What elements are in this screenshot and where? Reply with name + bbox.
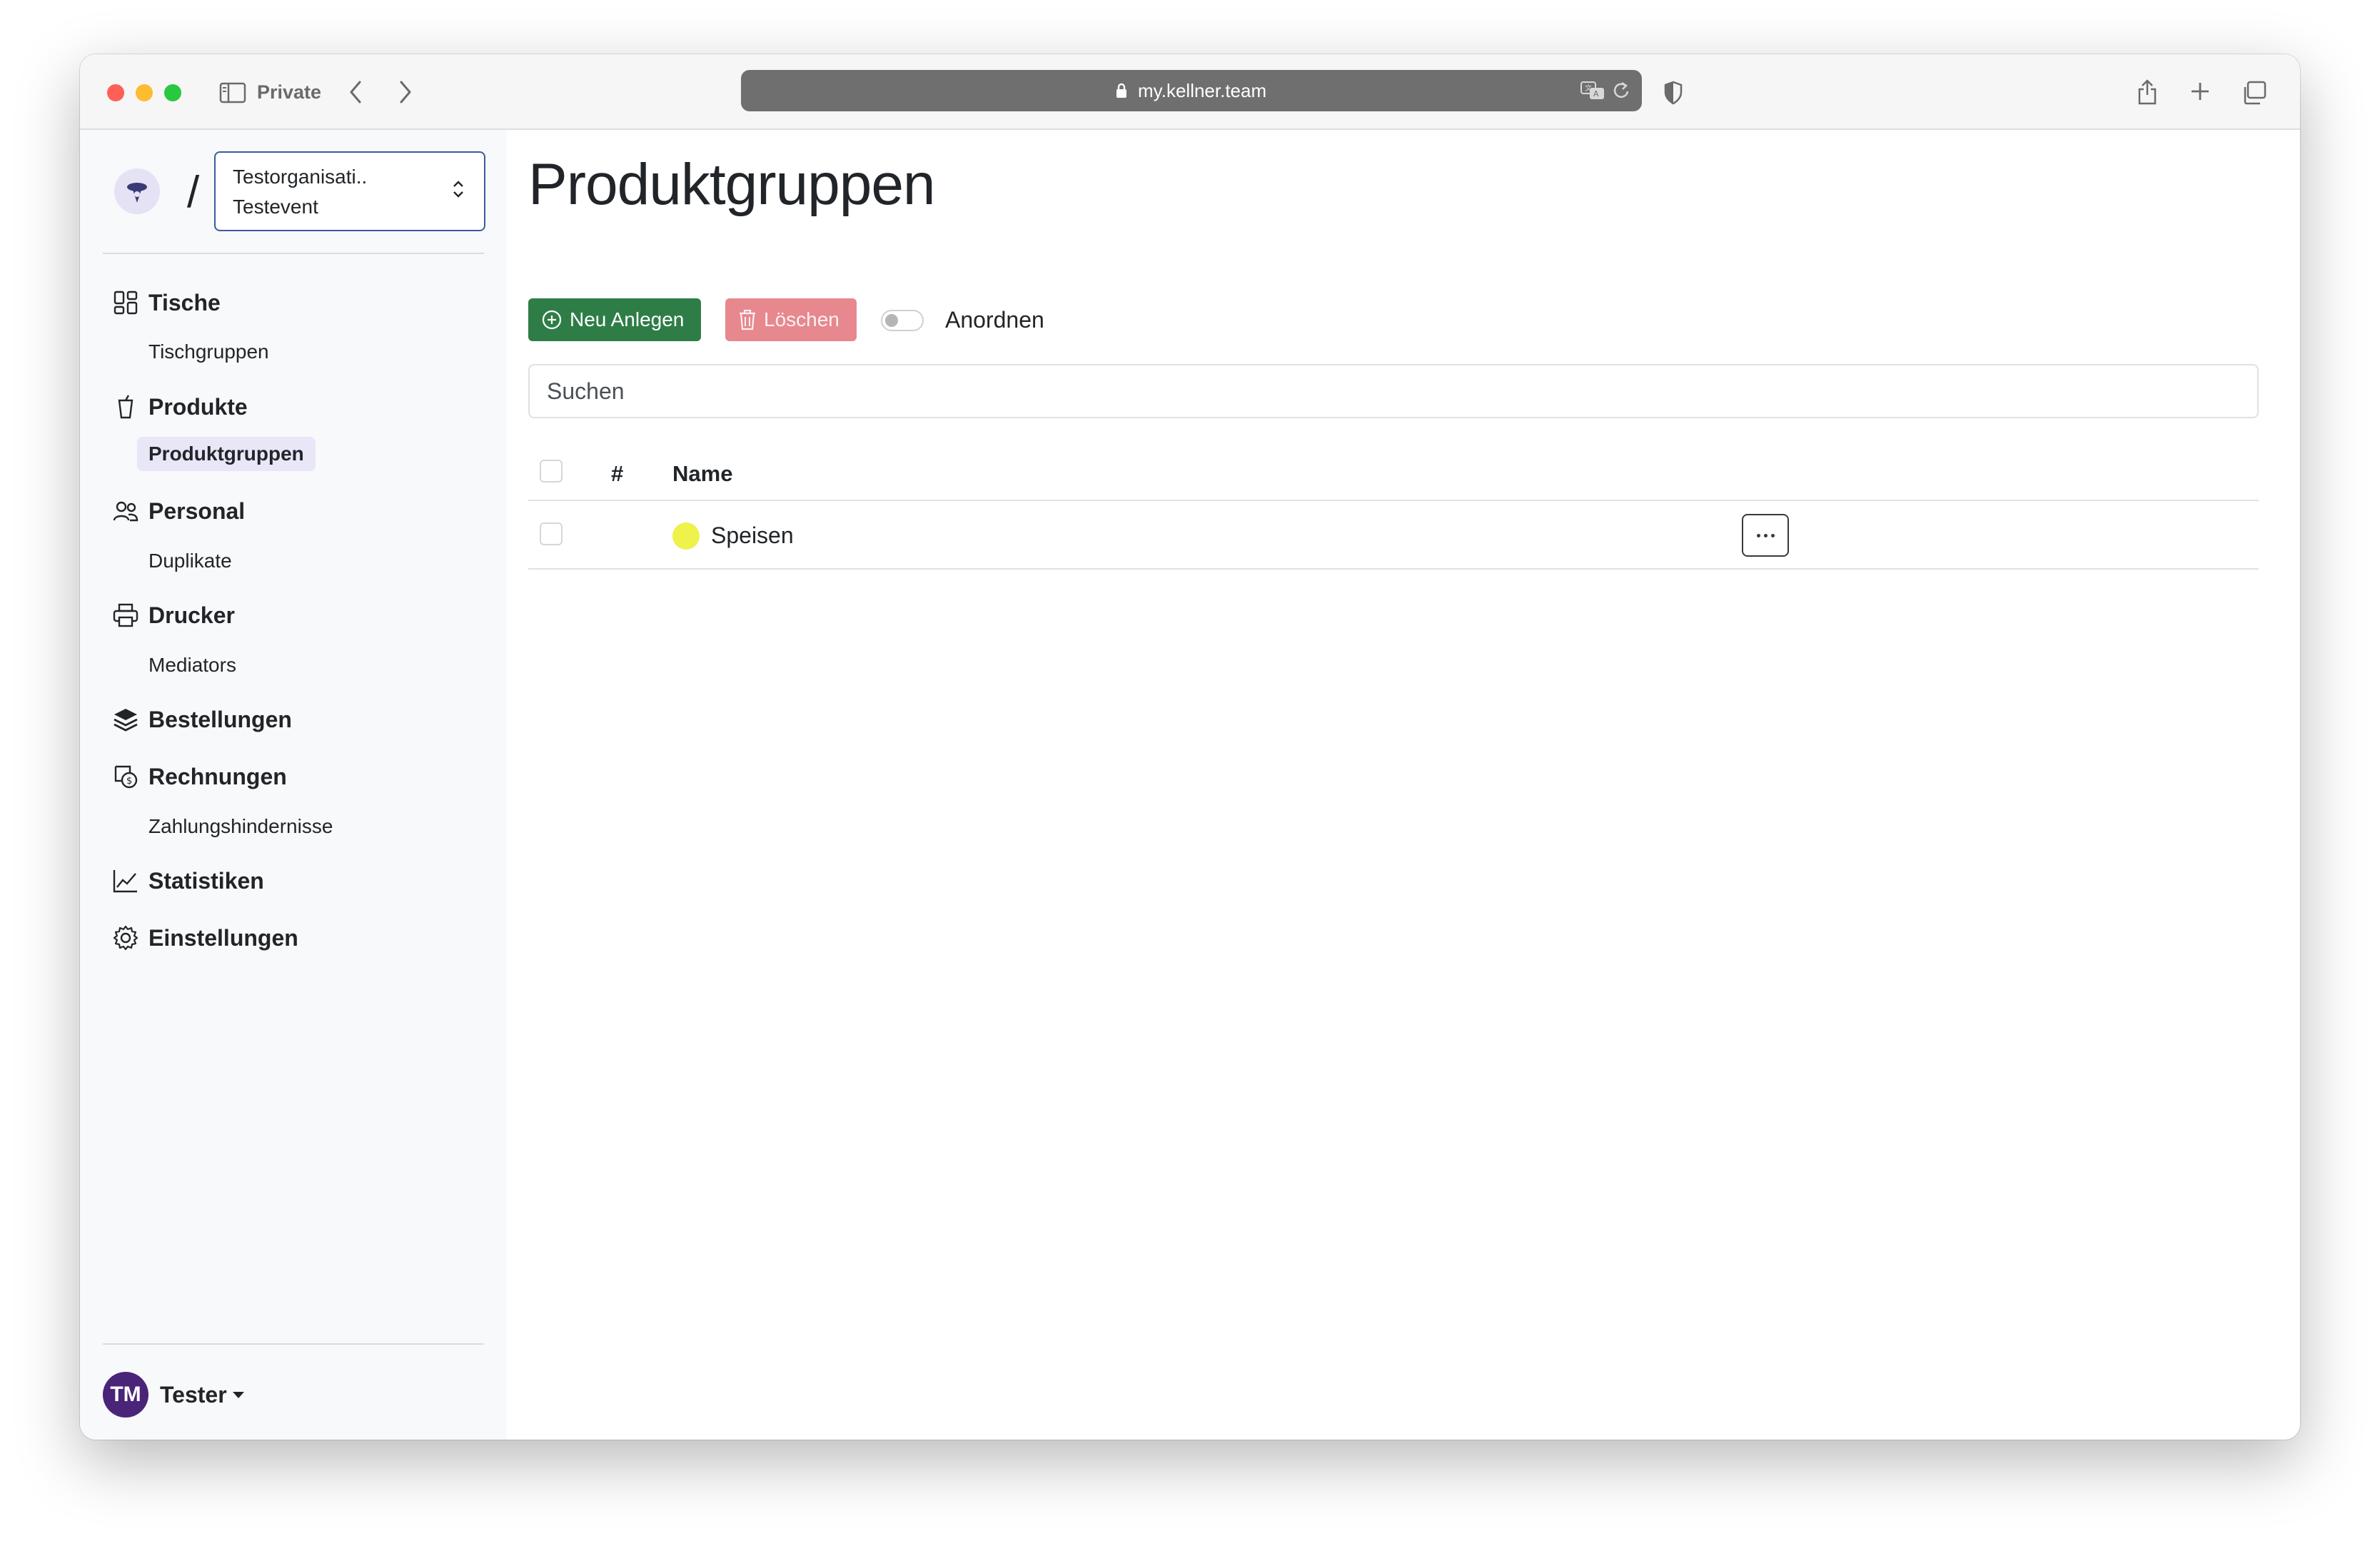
organization-event-select[interactable]: Testorganisati.. Testevent [214,151,485,231]
sidebar-item-label: Bestellungen [148,706,292,732]
layers-icon [111,705,140,734]
user-menu[interactable]: TM Tester [103,1372,244,1418]
private-label: Private [257,81,322,103]
sidebar-subitem-duplikate[interactable]: Duplikate [148,550,232,572]
table-row[interactable]: Speisen [528,501,2259,570]
sidebar-item-label: Tische [148,289,221,315]
column-header-number: # [611,461,624,486]
printer-icon [111,601,140,630]
delete-button[interactable]: Löschen [725,298,857,341]
receipt-icon: $ [111,762,140,791]
breadcrumb-separator: / [187,168,200,217]
sidebar-item-label: Produkte [148,393,248,420]
lock-icon [1115,83,1128,102]
event-name: Testevent [233,196,318,218]
browser-window: Private my.kellner.team 文A / Testorganis… [80,54,2300,1440]
translate-icon[interactable]: 文A [1580,80,1605,105]
page-title: Produktgruppen [528,152,936,217]
tab-overview-icon[interactable] [2239,77,2270,108]
sidebar-item-personal[interactable]: Personal [111,497,245,525]
avatar: TM [103,1372,148,1418]
zoom-window-button[interactable] [164,84,181,101]
sidebar-item-label: Personal [148,497,246,524]
new-button-label: Neu Anlegen [570,308,685,330]
sidebar-item-statistiken[interactable]: Statistiken [111,867,264,895]
share-icon[interactable] [2133,74,2162,108]
minimize-window-button[interactable] [136,84,153,101]
product-groups-table: # Name Speisen [528,444,2259,570]
sidebar-item-einstellungen[interactable]: Einstellungen [111,924,298,952]
new-button[interactable]: Neu Anlegen [528,298,701,341]
reload-icon[interactable] [1612,80,1632,105]
trash-icon [738,309,757,330]
svg-text:文: 文 [1585,84,1592,93]
column-header-name: Name [672,461,733,486]
address-bar[interactable]: my.kellner.team 文A [741,70,1642,111]
ellipsis-icon [1756,533,1760,537]
brand-logo[interactable] [114,168,160,214]
grid-icon [111,288,140,317]
sidebar-divider [103,253,484,254]
chart-line-icon [111,867,140,895]
sidebar-toggle-icon[interactable] [218,79,247,107]
group-name: Speisen [711,522,794,548]
people-icon [111,497,140,525]
sidebar-subitem-mediators[interactable]: Mediators [148,654,236,677]
toggle-knob [885,314,898,327]
select-all-checkbox[interactable] [540,460,563,483]
chevron-updown-icon [451,178,465,203]
caret-down-icon [232,1391,244,1398]
back-icon[interactable] [341,76,370,108]
close-window-button[interactable] [107,84,124,101]
new-tab-icon[interactable] [2186,77,2214,106]
row-actions-button[interactable] [1742,514,1789,557]
url-text: my.kellner.team [1138,80,1267,101]
sidebar-item-label: Drucker [148,602,235,628]
group-color-dot [672,522,700,550]
gear-icon [111,924,140,952]
forward-icon[interactable] [391,76,420,108]
sidebar-subitem-tischgruppen[interactable]: Tischgruppen [148,340,269,363]
sidebar-item-produkte[interactable]: Produkte [111,393,248,421]
sidebar-item-label: Einstellungen [148,924,298,951]
row-checkbox[interactable] [540,522,563,545]
main-content: Produktgruppen Neu Anlegen Löschen Anord… [507,130,2300,1440]
svg-text:A: A [1593,89,1599,98]
sidebar-item-label: Rechnungen [148,763,287,789]
sidebar-item-tische[interactable]: Tische [111,288,221,317]
table-header: # Name [528,444,2259,501]
sidebar: / Testorganisati.. Testevent Tische Tisc… [80,130,507,1440]
plus-circle-icon [541,309,563,330]
sidebar-item-bestellungen[interactable]: Bestellungen [111,705,292,734]
arrange-toggle[interactable] [881,310,924,331]
sidebar-item-rechnungen[interactable]: $ Rechnungen [111,762,287,791]
privacy-shield-icon[interactable] [1659,77,1688,108]
sidebar-item-label: Statistiken [148,867,264,894]
delete-button-label: Löschen [764,308,839,330]
svg-text:$: $ [126,776,132,787]
arrange-label: Anordnen [945,307,1044,333]
sidebar-divider [103,1343,484,1345]
sidebar-subitem-zahlungshindernisse[interactable]: Zahlungshindernisse [148,815,333,838]
organization-name: Testorganisati.. [233,166,368,188]
sidebar-subitem-produktgruppen[interactable]: Produktgruppen [137,437,316,471]
user-name: Tester [160,1381,227,1408]
search-input[interactable] [528,364,2259,418]
sidebar-item-drucker[interactable]: Drucker [111,601,235,630]
cup-icon [111,393,140,421]
browser-toolbar: Private my.kellner.team 文A [80,54,2300,130]
